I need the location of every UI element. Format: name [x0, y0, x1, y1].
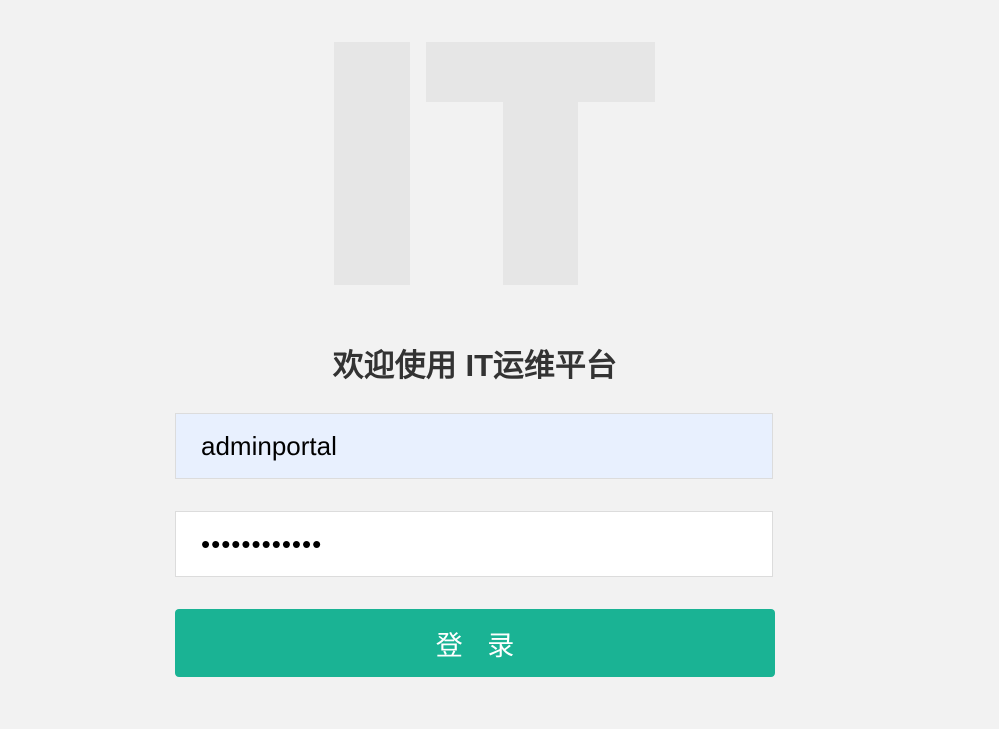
logo-letter-i	[334, 42, 410, 285]
username-input[interactable]	[175, 413, 773, 479]
login-page: 欢迎使用 IT运维平台 登 录	[0, 0, 999, 729]
welcome-title: 欢迎使用 IT运维平台	[332, 348, 618, 383]
password-input[interactable]	[175, 511, 773, 577]
login-button[interactable]: 登 录	[175, 609, 775, 677]
logo-letter-t-stem	[503, 42, 578, 285]
it-logo	[0, 0, 999, 300]
